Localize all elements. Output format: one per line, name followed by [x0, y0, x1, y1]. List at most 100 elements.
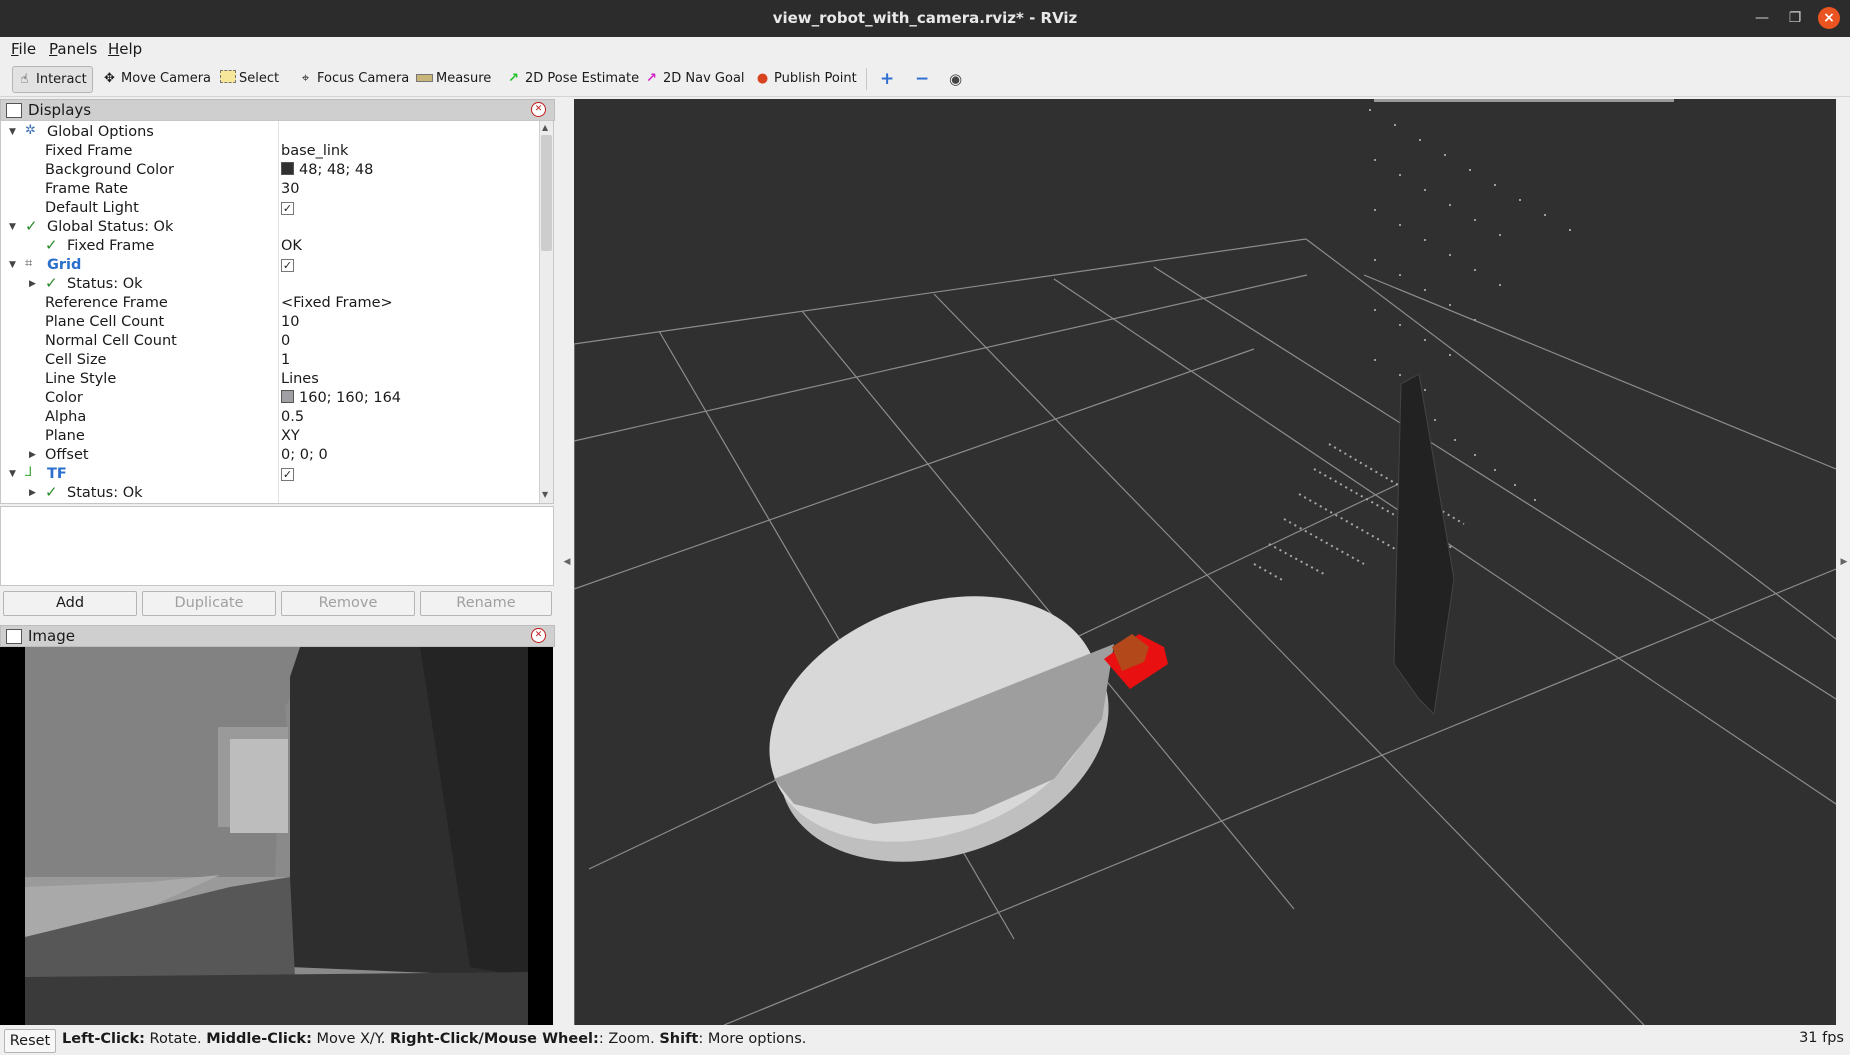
duplicate-button[interactable]: Duplicate [142, 591, 276, 616]
magenta-arrow-icon: ↗ [646, 71, 657, 86]
select-label: Select [239, 71, 280, 86]
scroll-down-icon[interactable]: ▼ [542, 490, 548, 499]
cell-size-value[interactable]: 1 [281, 352, 290, 368]
interact-tool-button[interactable]: ☝ Interact [12, 66, 93, 93]
tf-enabled-checkbox[interactable]: ✓ [281, 468, 294, 481]
tf-axes-icon: ⅃ [25, 465, 33, 480]
monitor-icon [6, 103, 22, 118]
tree-row-default-light[interactable]: Default Light ✓ [1, 199, 538, 218]
frame-rate-value[interactable]: 30 [281, 181, 299, 197]
add-button[interactable]: Add [3, 591, 137, 616]
color-swatch [281, 390, 294, 403]
row-label: Fixed Frame [67, 238, 155, 254]
focus-camera-tool-button[interactable]: ⌖ Focus Camera [297, 66, 409, 91]
tree-row-grid-status[interactable]: ▶ ✓ Status: Ok [1, 274, 538, 294]
menu-file[interactable]: File [11, 40, 36, 58]
tree-row-frame-rate[interactable]: Frame Rate 30 [1, 180, 538, 199]
window-title: view_robot_with_camera.rviz* - RViz [772, 9, 1078, 27]
row-label: Plane [45, 428, 85, 444]
scrollbar-thumb[interactable] [541, 135, 552, 251]
row-label: Alpha [45, 409, 87, 425]
close-panel-icon[interactable]: ✕ [531, 628, 546, 643]
tree-row-tf-status[interactable]: ▶ ✓ Status: Ok [1, 483, 538, 503]
normal-cell-count-value[interactable]: 0 [281, 333, 290, 349]
toolbar-separator [866, 68, 867, 90]
collapsed-arrow-icon[interactable]: ▶ [29, 279, 36, 289]
collapsed-arrow-icon[interactable]: ▶ [29, 450, 36, 460]
default-light-checkbox[interactable]: ✓ [281, 202, 294, 215]
close-panel-icon[interactable]: ✕ [531, 102, 546, 117]
pose-estimate-tool-button[interactable]: ↗ 2D Pose Estimate [505, 66, 639, 91]
tree-row-offset[interactable]: ▶ Offset 0; 0; 0 [1, 446, 538, 465]
grid-enabled-checkbox[interactable]: ✓ [281, 259, 294, 272]
fixed-frame-value[interactable]: base_link [281, 143, 348, 159]
nav-goal-tool-button[interactable]: ↗ 2D Nav Goal [643, 66, 745, 91]
check-ok-icon: ✓ [45, 483, 58, 501]
tree-row-cell-size[interactable]: Cell Size 1 [1, 351, 538, 370]
reset-button[interactable]: Reset [4, 1029, 56, 1053]
reference-frame-value[interactable]: <Fixed Frame> [281, 295, 393, 311]
tree-row-fixed-frame[interactable]: Fixed Frame base_link [1, 142, 538, 161]
maximize-icon[interactable]: ❐ [1784, 7, 1806, 29]
tree-row-tf[interactable]: ▼ ⅃ TF ✓ [1, 465, 538, 484]
mouse-hint-text: Left-Click: Rotate. Middle-Click: Move X… [62, 1031, 806, 1047]
tree-row-line-style[interactable]: Line Style Lines [1, 370, 538, 389]
move-camera-tool-button[interactable]: ✥ Move Camera [101, 66, 211, 91]
menu-help[interactable]: Help [108, 40, 142, 58]
remove-tool-icon[interactable]: − [915, 66, 929, 91]
tree-row-normal-cell-count[interactable]: Normal Cell Count 0 [1, 332, 538, 351]
scroll-up-icon[interactable]: ▲ [542, 123, 548, 132]
ruler-icon [416, 71, 433, 86]
property-description-box [0, 506, 554, 586]
tree-row-color[interactable]: Color 160; 160; 164 [1, 389, 538, 408]
menu-panels[interactable]: Panels [49, 40, 97, 58]
row-label: Global Status: Ok [47, 219, 174, 235]
tree-row-global-status[interactable]: ▼ ✓ Global Status: Ok [1, 217, 538, 237]
tree-row-plane-cell-count[interactable]: Plane Cell Count 10 [1, 313, 538, 332]
tree-row-grid[interactable]: ▼ ⌗ Grid ✓ [1, 256, 538, 275]
rename-button[interactable]: Rename [420, 591, 552, 616]
select-tool-button[interactable]: Select [219, 66, 279, 91]
plane-cell-count-value[interactable]: 10 [281, 314, 299, 330]
close-icon[interactable]: × [1818, 7, 1840, 29]
focus-crosshair-icon: ⌖ [301, 71, 310, 86]
tree-row-alpha[interactable]: Alpha 0.5 [1, 408, 538, 427]
check-ok-icon: ✓ [45, 274, 58, 292]
left-dock-handle[interactable]: ◀ [561, 542, 573, 582]
tree-row-fixed-frame-status[interactable]: ✓ Fixed Frame OK [1, 236, 538, 256]
image-panel-header: Image ✕ [0, 625, 555, 647]
right-dock-handle[interactable]: ▶ [1838, 542, 1850, 582]
expand-arrow-icon[interactable]: ▼ [9, 469, 16, 479]
displays-scrollbar[interactable]: ▲ ▼ [539, 121, 553, 503]
line-style-value[interactable]: Lines [281, 371, 319, 387]
tree-row-reference-frame[interactable]: Reference Frame <Fixed Frame> [1, 294, 538, 313]
tree-row-global-options[interactable]: ▼ ✲ Global Options [1, 123, 538, 142]
hint-key: Shift [659, 1031, 699, 1047]
row-label: Cell Size [45, 352, 107, 368]
tree-row-background-color[interactable]: Background Color 48; 48; 48 [1, 161, 538, 180]
collapsed-arrow-icon[interactable]: ▶ [29, 488, 36, 498]
gear-icon: ✲ [25, 123, 36, 138]
select-box-icon [219, 70, 236, 87]
expand-arrow-icon[interactable]: ▼ [9, 260, 16, 270]
eye-view-icon[interactable]: ◉ [949, 66, 962, 91]
plane-value[interactable]: XY [281, 428, 300, 444]
expand-arrow-icon[interactable]: ▼ [9, 127, 16, 137]
camera-image-view[interactable] [0, 647, 553, 1025]
minimize-icon[interactable]: — [1751, 7, 1773, 29]
3d-render-viewport[interactable] [574, 99, 1836, 1025]
expand-arrow-icon[interactable]: ▼ [9, 222, 16, 232]
add-tool-icon[interactable]: + [880, 66, 894, 91]
measure-tool-button[interactable]: Measure [416, 66, 491, 91]
check-ok-icon: ✓ [25, 217, 38, 235]
displays-tree[interactable]: ▼ ✲ Global Options Fixed Frame base_link… [0, 120, 554, 504]
publish-point-tool-button[interactable]: ● Publish Point [754, 66, 857, 91]
grid-color-value[interactable]: 160; 160; 164 [281, 390, 401, 406]
row-label: Line Style [45, 371, 117, 387]
title-bar: view_robot_with_camera.rviz* - RViz — ❐ … [0, 0, 1850, 37]
background-color-value[interactable]: 48; 48; 48 [281, 162, 373, 178]
tree-row-plane[interactable]: Plane XY [1, 427, 538, 446]
offset-value[interactable]: 0; 0; 0 [281, 447, 328, 463]
remove-button[interactable]: Remove [281, 591, 415, 616]
alpha-value[interactable]: 0.5 [281, 409, 304, 425]
